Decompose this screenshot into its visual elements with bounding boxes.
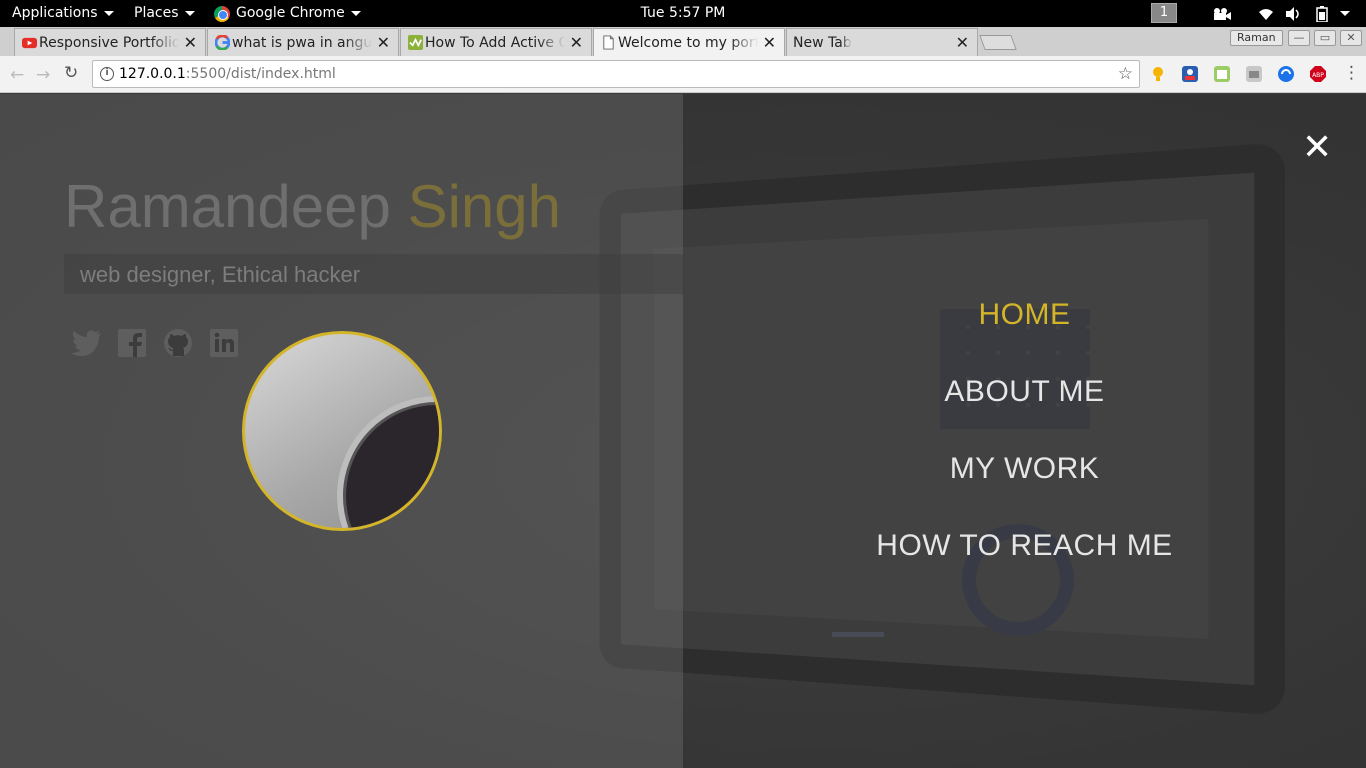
browser-toolbar: ← → ↻ i 127.0.0.1:5500/dist/index.html ☆…: [0, 56, 1366, 93]
svg-text:ABP: ABP: [1312, 72, 1324, 79]
tab-close-icon[interactable]: ✕: [956, 33, 969, 52]
nav-overlay-panel: [683, 94, 1366, 768]
linkedin-icon[interactable]: [208, 328, 240, 358]
volume-icon[interactable]: [1286, 0, 1302, 27]
profile-button[interactable]: Raman: [1230, 30, 1283, 46]
avatar: [242, 331, 442, 531]
forward-arrow-icon[interactable]: →: [36, 65, 50, 85]
places-label: Places: [134, 5, 179, 21]
chevron-down-icon: [350, 11, 361, 16]
adblock-icon[interactable]: ABP: [1310, 66, 1326, 82]
tab-welcome-portfolio[interactable]: Welcome to my portfolio ✕: [593, 28, 785, 56]
system-menu[interactable]: [1332, 0, 1350, 27]
sheets-extension-icon[interactable]: [1214, 66, 1230, 82]
tab-responsive-portfolio[interactable]: Responsive Portfolio ✕: [14, 28, 206, 56]
tab-title: Responsive Portfolio: [39, 34, 179, 51]
applications-menu[interactable]: Applications: [12, 0, 114, 27]
applications-label: Applications: [12, 5, 98, 21]
document-icon: [603, 35, 614, 50]
chevron-down-icon: [1340, 11, 1350, 16]
workspace-indicator[interactable]: 1: [1151, 3, 1177, 23]
youtube-icon: [22, 37, 37, 49]
chevron-down-icon: [103, 11, 114, 16]
puzzle-extension-icon[interactable]: [1246, 66, 1262, 82]
info-icon[interactable]: i: [100, 67, 114, 81]
hero-subtitle: web designer, Ethical hacker: [80, 262, 361, 287]
tab-what-is-pwa[interactable]: what is pwa in angular ✕: [207, 28, 399, 56]
tab-close-icon[interactable]: ✕: [570, 33, 583, 52]
camera-icon[interactable]: [1212, 0, 1232, 27]
wifi-icon[interactable]: [1258, 0, 1274, 27]
chrome-icon: [214, 5, 230, 22]
maximize-button[interactable]: ▭: [1314, 30, 1336, 46]
close-window-button[interactable]: ✕: [1340, 30, 1362, 46]
tab-title: New Tab: [793, 34, 852, 51]
close-menu-icon[interactable]: ✕: [1302, 130, 1332, 166]
system-top-bar: Applications Places Google Chrome Tue 5:…: [0, 0, 1366, 27]
tab-title: what is pwa in angular: [232, 34, 372, 51]
nav-item-how-to-reach-me[interactable]: HOW TO REACH ME: [683, 529, 1366, 563]
tab-how-to-add-active[interactable]: How To Add Active C ✕: [400, 28, 592, 56]
tab-title: How To Add Active C: [425, 34, 565, 51]
google-icon: [215, 35, 230, 50]
places-menu[interactable]: Places: [134, 0, 195, 27]
chevron-down-icon: [184, 11, 195, 16]
hero-name: Ramandeep Singh: [64, 172, 561, 241]
nav-item-home[interactable]: HOME: [683, 298, 1366, 332]
address-bar[interactable]: i 127.0.0.1:5500/dist/index.html ☆: [92, 60, 1140, 88]
nav-item-about-me[interactable]: ABOUT ME: [683, 375, 1366, 409]
back-arrow-icon[interactable]: ←: [10, 65, 24, 85]
bookmark-star-icon[interactable]: ☆: [1118, 61, 1133, 87]
tab-new-tab[interactable]: New Tab ✕: [786, 28, 978, 56]
browser-tab-strip: Responsive Portfolio ✕ what is pwa in an…: [0, 27, 1366, 56]
site-icon: [408, 35, 423, 50]
tab-close-icon[interactable]: ✕: [184, 33, 197, 52]
facebook-icon[interactable]: [116, 328, 148, 358]
twitter-icon[interactable]: [70, 328, 102, 358]
page-viewport: Ramandeep Singh web designer, Ethical ha…: [0, 94, 1366, 768]
tab-title: Welcome to my portfolio: [618, 34, 758, 51]
clock[interactable]: Tue 5:57 PM: [641, 5, 726, 21]
more-menu-icon[interactable]: ⋮: [1343, 63, 1360, 83]
sync-extension-icon[interactable]: [1278, 66, 1294, 82]
nav-item-my-work[interactable]: MY WORK: [683, 452, 1366, 486]
github-icon[interactable]: [162, 328, 194, 358]
minimize-button[interactable]: —: [1288, 30, 1310, 46]
new-tab-button[interactable]: [979, 35, 1017, 50]
app-menu-label: Google Chrome: [236, 5, 345, 21]
lightbulb-icon[interactable]: [1150, 66, 1166, 82]
url-host: 127.0.0.1: [119, 66, 186, 82]
contacts-extension-icon[interactable]: [1182, 66, 1198, 82]
tab-close-icon[interactable]: ✕: [377, 33, 390, 52]
hero-last-name: Singh: [407, 173, 562, 240]
url-path: :5500/dist/index.html: [185, 66, 336, 82]
hero-first-name: Ramandeep: [64, 173, 391, 240]
reload-icon[interactable]: ↻: [64, 63, 78, 83]
app-menu-chrome[interactable]: Google Chrome: [214, 0, 361, 27]
tab-close-icon[interactable]: ✕: [763, 33, 776, 52]
battery-icon[interactable]: [1316, 0, 1328, 27]
